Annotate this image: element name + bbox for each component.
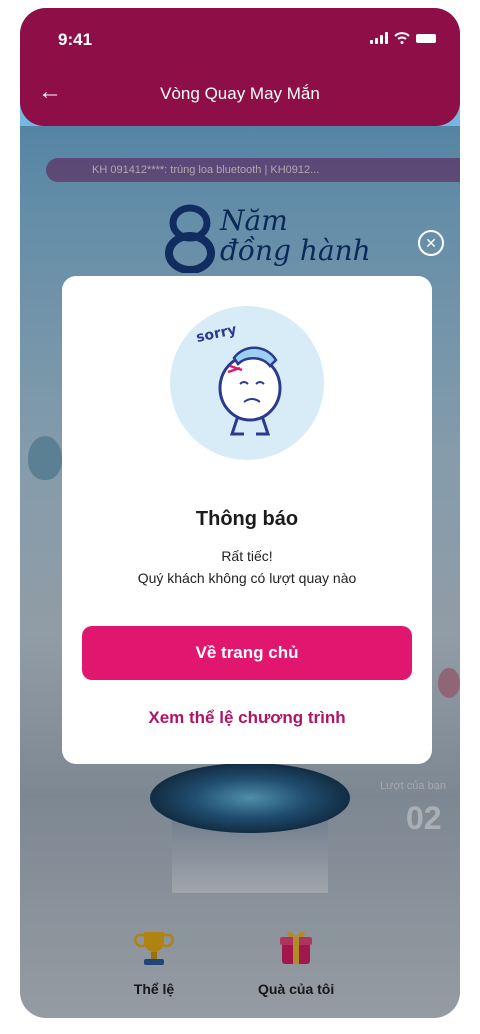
screen: KH 091412****: trúng loa bluetooth | KH0… (20, 8, 460, 1018)
page-title: Vòng Quay May Mắn (160, 84, 320, 103)
signal-icon (370, 32, 388, 44)
dialog-message-line-1: Rất tiếc! (221, 548, 273, 564)
dialog-message-line-2: Quý khách không có lượt quay nào (137, 570, 357, 586)
status-time: 9:41 (58, 30, 93, 49)
battery-icon (416, 34, 436, 43)
app-header: 9:41 ← Vòng Quay May Mắn (20, 8, 460, 126)
dialog-title: Thông báo (195, 508, 299, 530)
wifi-icon (394, 32, 410, 44)
close-icon[interactable]: ✕ (418, 230, 444, 256)
notification-dialog: sorry Thông báo Rất tiếc! Quý khách khôn… (62, 276, 432, 764)
status-icons (370, 32, 436, 44)
back-to-home-button[interactable]: Về trang chủ (82, 626, 412, 680)
view-rules-link[interactable]: Xem thể lệ chương trình (62, 708, 432, 728)
